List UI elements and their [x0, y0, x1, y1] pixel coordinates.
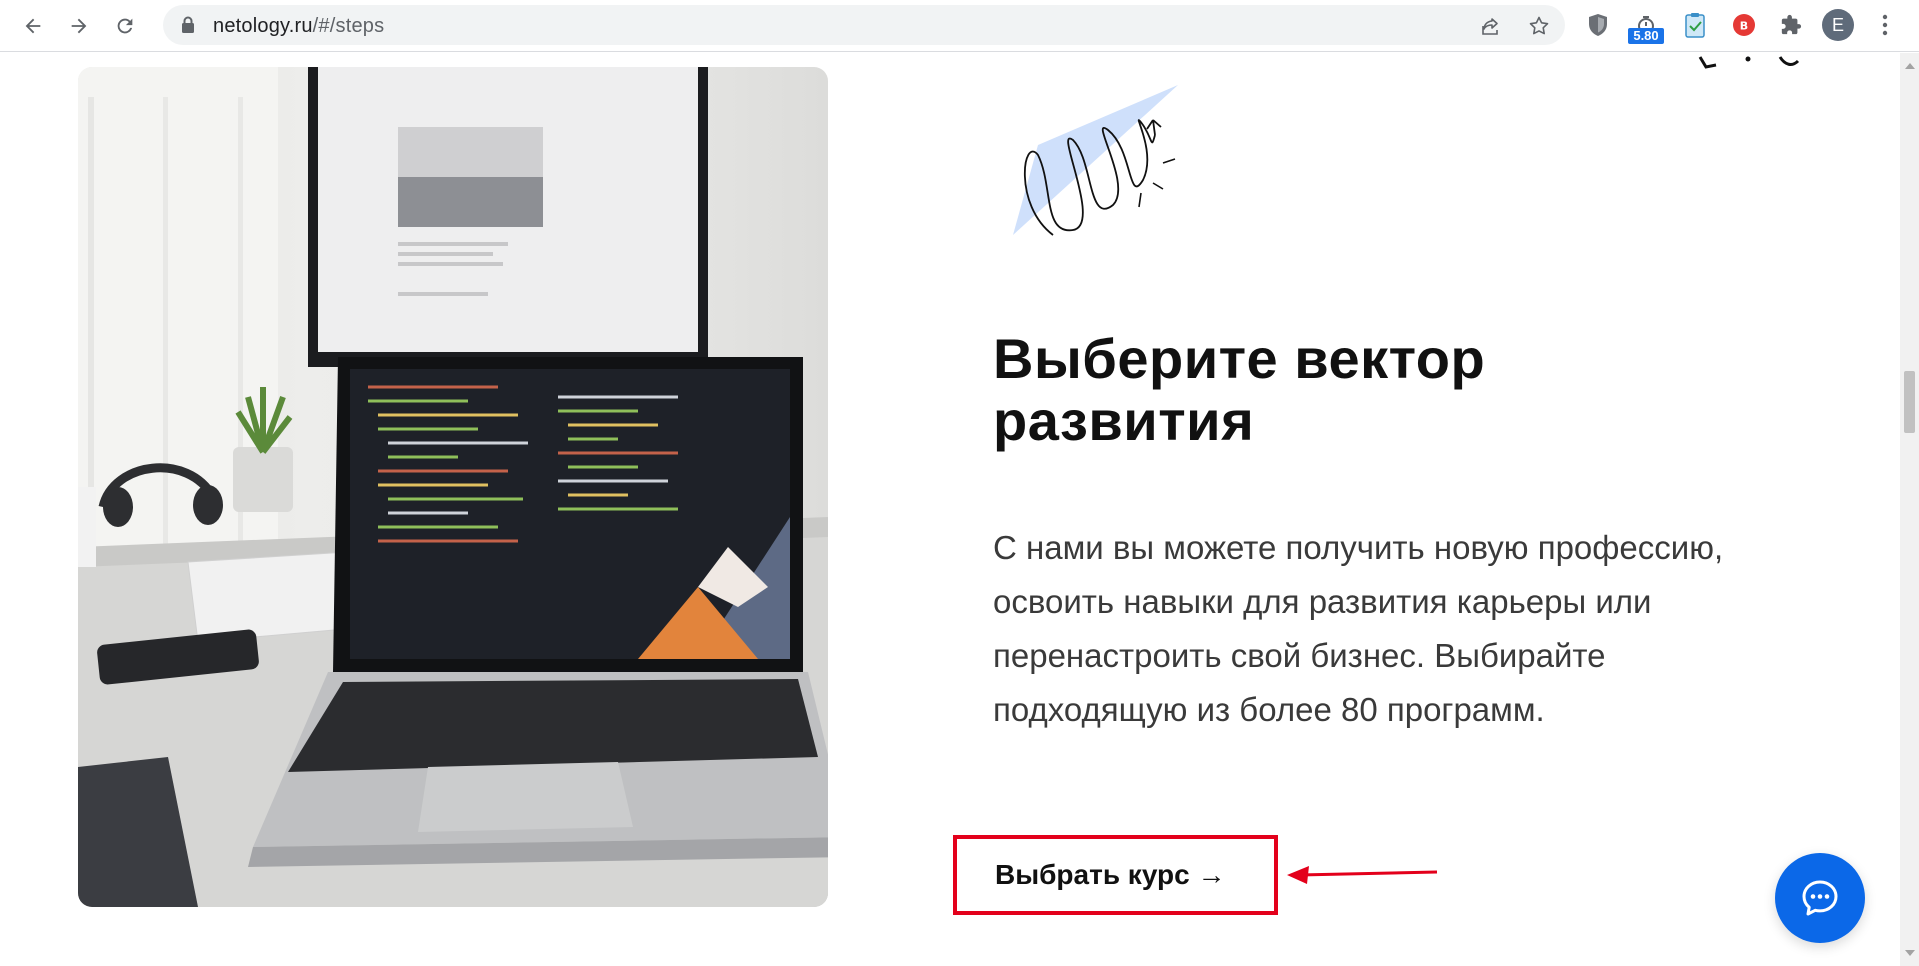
section-description: С нами вы можете получить новую професси…	[993, 529, 1724, 728]
svg-text:B: B	[1740, 20, 1748, 33]
browser-toolbar: netology.ru/#/steps 5.80 B E	[0, 0, 1919, 52]
clipboard-icon	[1685, 13, 1705, 38]
red-circle-icon: B	[1733, 14, 1755, 36]
section-headline: Выберите вектор развития	[993, 327, 1486, 452]
url-text: netology.ru/#/steps	[213, 15, 384, 38]
arrow-right-icon	[71, 18, 87, 34]
scroll-up-arrow[interactable]	[1905, 63, 1915, 69]
reload-icon	[117, 18, 133, 34]
choose-course-label: Выбрать курс →	[995, 859, 1226, 890]
kebab-menu-icon	[1882, 14, 1888, 36]
url-host: netology.ru	[213, 15, 313, 37]
page-content: Выберите вектор развития С нами вы может…	[0, 53, 1900, 966]
shield-icon	[1589, 14, 1607, 36]
scroll-down-arrow[interactable]	[1905, 950, 1915, 956]
vector-doodle-decoration	[1013, 85, 1178, 236]
lock-icon	[182, 16, 194, 33]
page-scrollbar[interactable]	[1900, 53, 1919, 966]
laptop-photo	[78, 67, 828, 907]
back-button[interactable]	[18, 11, 48, 41]
chat-bubble-icon	[1802, 880, 1838, 916]
puzzle-icon	[1781, 14, 1802, 35]
profile-avatar[interactable]: E	[1822, 9, 1854, 41]
address-bar[interactable]: netology.ru/#/steps	[163, 5, 1565, 45]
choose-course-button[interactable]: Выбрать курс →	[953, 835, 1278, 915]
url-path: /#/steps	[312, 15, 385, 37]
extension-red-button[interactable]: B	[1729, 10, 1759, 40]
extensions-menu-button[interactable]	[1776, 10, 1806, 40]
laptop-illustration	[78, 67, 828, 907]
scroll-thumb[interactable]	[1904, 371, 1915, 433]
extension-badge: 5.80	[1628, 28, 1664, 44]
forward-button[interactable]	[64, 11, 94, 41]
reload-button[interactable]	[110, 11, 140, 41]
share-icon[interactable]	[1479, 14, 1503, 38]
chat-widget-button[interactable]	[1775, 853, 1865, 943]
corner-doodle-decoration	[1698, 56, 1800, 69]
bookmark-star-icon[interactable]	[1527, 14, 1551, 38]
extension-shield-button[interactable]	[1583, 10, 1613, 40]
annotation-arrow	[1287, 866, 1438, 884]
arrow-left-icon	[25, 18, 41, 34]
extension-clipboard-button[interactable]	[1680, 10, 1710, 40]
browser-menu-button[interactable]	[1870, 10, 1900, 40]
